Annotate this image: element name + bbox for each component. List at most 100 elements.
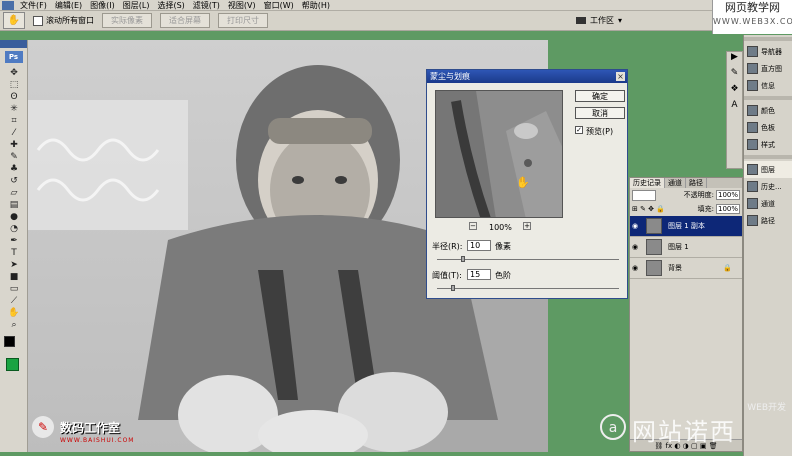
- radius-unit: 像素: [495, 242, 511, 251]
- menu-bar: 文件(F) 编辑(E) 图像(I) 图层(L) 选择(S) 滤镜(T) 视图(V…: [0, 0, 792, 11]
- toolbox: Ps ✥ ⬚ ʘ ✳ ⌗ ⁄ ✚ ✎ ♣ ↺ ▱ ▤ ● ◔ ✒ T ➤ ■ ▭…: [0, 40, 28, 452]
- type-tool-icon[interactable]: T: [6, 247, 22, 258]
- threshold-slider-knob[interactable]: [451, 285, 455, 291]
- menu-layer[interactable]: 图层(L): [119, 0, 154, 11]
- healing-brush-tool-icon[interactable]: ✚: [6, 139, 22, 150]
- opacity-input[interactable]: 100%: [715, 190, 740, 200]
- dock-item-histogram[interactable]: 直方图: [744, 60, 792, 77]
- radius-slider-knob[interactable]: [461, 256, 465, 262]
- brush-icon[interactable]: ✎: [727, 68, 742, 84]
- dock-item-channels[interactable]: 通道: [744, 195, 792, 212]
- layer-thumbnail: [646, 260, 662, 276]
- layer-row[interactable]: ◉ 背景 🔒: [630, 258, 742, 279]
- brand-logo-icon: a: [600, 414, 626, 440]
- workspace-menu[interactable]: 工作区 ▾: [575, 15, 622, 26]
- radius-label: 半径(R):: [432, 242, 463, 251]
- quick-mask-icon[interactable]: [6, 358, 19, 371]
- filter-preview[interactable]: ✋: [435, 90, 563, 218]
- actual-pixels-button[interactable]: 实际像素: [102, 13, 152, 28]
- ps-logo-icon[interactable]: Ps: [4, 51, 23, 63]
- eyedropper-tool-icon[interactable]: ⟋: [6, 295, 22, 306]
- cancel-button[interactable]: 取消: [575, 107, 625, 119]
- threshold-input[interactable]: 15: [467, 269, 491, 280]
- brand-watermark: WEB开发 a 网站诺西: [600, 400, 790, 452]
- opacity-row: 不透明度: 100%: [630, 188, 742, 202]
- close-icon[interactable]: ×: [616, 72, 625, 81]
- notes-tool-icon[interactable]: ▭: [6, 283, 22, 294]
- pen-tool-icon[interactable]: ✒: [6, 235, 22, 246]
- layer-row[interactable]: ◉ 图层 1: [630, 237, 742, 258]
- menu-help[interactable]: 帮助(H): [298, 0, 334, 11]
- eye-icon[interactable]: ◉: [632, 243, 640, 251]
- tab-channels[interactable]: 通道: [665, 178, 686, 188]
- zoom-out-icon[interactable]: −: [469, 222, 477, 230]
- dock-item-info[interactable]: 信息: [744, 77, 792, 94]
- play-icon[interactable]: ▶: [727, 52, 742, 68]
- menu-view[interactable]: 视图(V): [224, 0, 260, 11]
- lasso-tool-icon[interactable]: ʘ: [6, 91, 22, 102]
- blend-mode-select[interactable]: [632, 189, 656, 201]
- menu-window[interactable]: 窗口(W): [260, 0, 298, 11]
- scroll-all-windows-checkbox[interactable]: [33, 15, 43, 26]
- layer-thumbnail: [646, 218, 662, 234]
- zoom-in-icon[interactable]: +: [523, 222, 531, 230]
- lock-icon[interactable]: ⊞ ✎ ✥ 🔒: [632, 205, 665, 213]
- radius-input[interactable]: 10: [467, 240, 491, 251]
- dock-item-styles[interactable]: 样式: [744, 136, 792, 153]
- dock-label: 颜色: [761, 106, 775, 115]
- marquee-tool-icon[interactable]: ⬚: [6, 79, 22, 90]
- menu-select[interactable]: 选择(S): [153, 0, 188, 11]
- hand-tool-icon[interactable]: ✋: [6, 307, 22, 318]
- eye-icon[interactable]: ◉: [632, 222, 640, 230]
- layer-thumbnail: [646, 239, 662, 255]
- dock-item-paths[interactable]: 路径: [744, 212, 792, 229]
- photoshop-logo-icon: [2, 0, 14, 10]
- history-brush-tool-icon[interactable]: ↺: [6, 175, 22, 186]
- menu-edit[interactable]: 编辑(E): [51, 0, 86, 11]
- fit-screen-button[interactable]: 适合屏幕: [160, 13, 210, 28]
- eraser-tool-icon[interactable]: ▱: [6, 187, 22, 198]
- fill-input[interactable]: 100%: [715, 204, 740, 214]
- panel-icon-strip: ▶ ✎ ❖ A: [726, 51, 743, 169]
- brush-tool-icon[interactable]: ✎: [6, 151, 22, 162]
- presets-icon[interactable]: ❖: [727, 84, 742, 100]
- dock-item-swatches[interactable]: 色板: [744, 119, 792, 136]
- slice-tool-icon[interactable]: ⁄: [6, 127, 22, 138]
- dock-separator: [744, 96, 792, 100]
- blur-tool-icon[interactable]: ●: [6, 211, 22, 222]
- hand-tool-preset-picker[interactable]: ✋: [3, 12, 25, 29]
- print-size-button[interactable]: 打印尺寸: [218, 13, 268, 28]
- dodge-tool-icon[interactable]: ◔: [6, 223, 22, 234]
- path-selection-tool-icon[interactable]: ➤: [6, 259, 22, 270]
- toolbox-header[interactable]: [0, 40, 27, 48]
- dev-watermark: WEB开发: [747, 403, 786, 413]
- tab-history[interactable]: 历史记录: [630, 178, 665, 188]
- zoom-tool-icon[interactable]: ⌕: [6, 319, 22, 330]
- preview-checkbox[interactable]: ✓: [575, 126, 583, 134]
- crop-tool-icon[interactable]: ⌗: [6, 115, 22, 126]
- hand-cursor-icon: ✋: [516, 176, 530, 189]
- eye-icon[interactable]: ◉: [632, 264, 640, 272]
- dust-scratches-dialog: 蒙尘与划痕 × ✋ − 100% + 确定 取消 ✓ 预览(P) 半径(R): …: [426, 69, 628, 299]
- type-icon[interactable]: A: [727, 100, 742, 116]
- menu-file[interactable]: 文件(F): [16, 0, 51, 11]
- dock-item-history[interactable]: 历史...: [744, 178, 792, 195]
- threshold-slider[interactable]: [437, 288, 619, 289]
- dock-label: 直方图: [761, 64, 782, 73]
- ok-button[interactable]: 确定: [575, 90, 625, 102]
- site-url: WWW.WEB3X.COM: [713, 17, 792, 26]
- move-tool-icon[interactable]: ✥: [6, 67, 22, 78]
- dock-item-navigator[interactable]: 导航器: [744, 43, 792, 60]
- layer-row[interactable]: ◉ 图层 1 副本: [630, 216, 742, 237]
- menu-image[interactable]: 图像(I): [86, 0, 119, 11]
- menu-filter[interactable]: 滤镜(T): [189, 0, 224, 11]
- clone-stamp-tool-icon[interactable]: ♣: [6, 163, 22, 174]
- magic-wand-tool-icon[interactable]: ✳: [6, 103, 22, 114]
- shape-tool-icon[interactable]: ■: [6, 271, 22, 282]
- foreground-color-swatch[interactable]: [4, 336, 15, 347]
- dock-item-color[interactable]: 颜色: [744, 102, 792, 119]
- dialog-titlebar[interactable]: 蒙尘与划痕 ×: [427, 70, 627, 83]
- tab-paths[interactable]: 路径: [686, 178, 707, 188]
- gradient-tool-icon[interactable]: ▤: [6, 199, 22, 210]
- dock-item-layers[interactable]: 图层: [744, 161, 792, 178]
